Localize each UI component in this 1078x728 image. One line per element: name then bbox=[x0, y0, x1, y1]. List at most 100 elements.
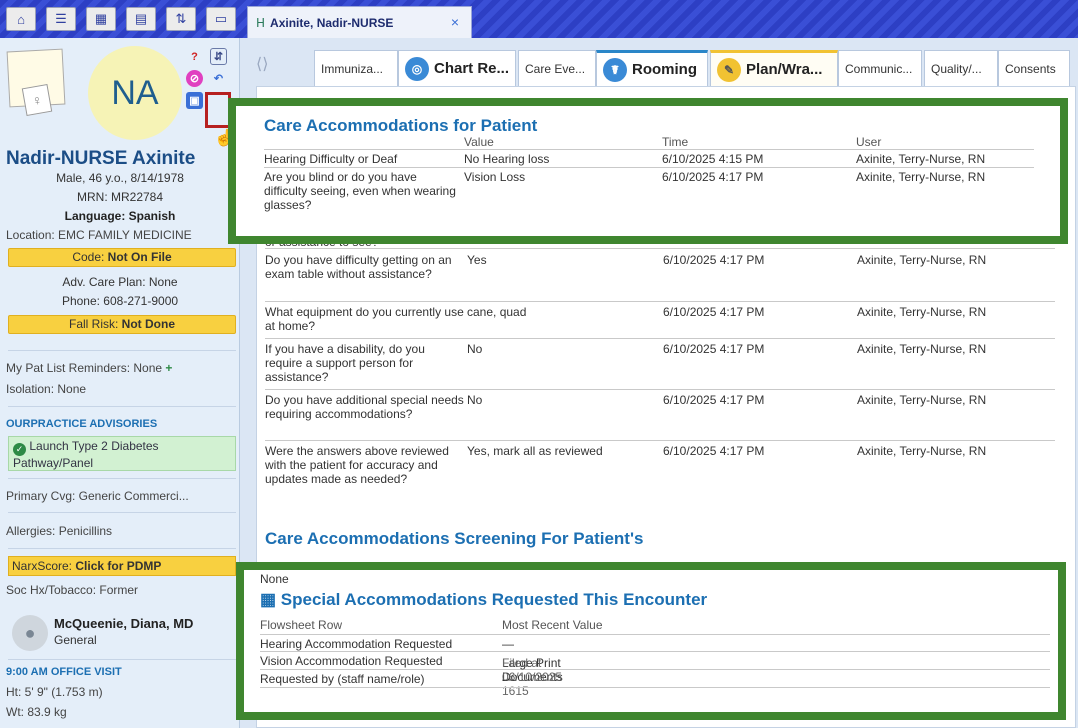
table-icon: ▦ bbox=[260, 590, 277, 609]
row-time: 6/10/2025 4:17 PM bbox=[663, 444, 765, 458]
table-row: Vision Accommodation Requested Large Pri… bbox=[260, 652, 1050, 698]
care-accommodations-callout: Care Accommodations for Patient Value Ti… bbox=[228, 98, 1068, 244]
row-time: 6/10/2025 4:17 PM bbox=[663, 342, 765, 356]
tab-label: Immuniza... bbox=[321, 61, 384, 76]
tab-communications[interactable]: Communic... bbox=[838, 50, 922, 86]
tab-consents[interactable]: Consents bbox=[998, 50, 1070, 86]
clipboard-icon: ✎ bbox=[717, 57, 741, 82]
tab-label: Communic... bbox=[845, 61, 913, 76]
row-value: cane, quad bbox=[467, 305, 527, 319]
row-value: Yes bbox=[467, 253, 487, 267]
primary-coverage[interactable]: Primary Cvg: Generic Commerci... bbox=[6, 489, 189, 503]
id-card-icon[interactable]: ▣ bbox=[186, 92, 203, 109]
add-reminder-button[interactable]: + bbox=[165, 361, 172, 375]
table-row: Are you blind or do you have difficulty … bbox=[264, 168, 1034, 218]
row-time: 6/10/2025 4:17 PM bbox=[663, 393, 765, 407]
question-icon[interactable]: ? bbox=[186, 48, 203, 65]
table-row: Requested by (staff name/role) — bbox=[260, 670, 1050, 688]
row-time: 6/10/2025 4:17 PM bbox=[662, 170, 764, 184]
header-user: User bbox=[856, 135, 882, 149]
close-icon[interactable]: × bbox=[451, 14, 459, 30]
mrn: MRN: MR22784 bbox=[76, 190, 164, 204]
window-icon[interactable]: ▭ bbox=[206, 7, 236, 31]
header-value: Value bbox=[464, 135, 494, 149]
row-label: Requested by (staff name/role) bbox=[260, 672, 425, 686]
table-row: Do you have additional special needs req… bbox=[265, 390, 1055, 441]
avatar[interactable]: NA bbox=[88, 46, 182, 140]
table-row: Hearing Accommodation Requested — bbox=[260, 634, 1050, 652]
advisory-launch-button[interactable]: ✓ Launch Type 2 Diabetes Pathway/Panel bbox=[8, 436, 236, 471]
row-value: Yes, mark all as reviewed bbox=[467, 444, 603, 458]
row-question: Do you have difficulty getting on an exa… bbox=[265, 253, 452, 281]
provider-name[interactable]: McQueenie, Diana, MD bbox=[54, 616, 193, 631]
divider bbox=[8, 548, 236, 549]
divider bbox=[8, 478, 236, 479]
fall-risk-bar[interactable]: Fall Risk: Not Done bbox=[8, 315, 236, 334]
row-question: Were the answers above reviewed with the… bbox=[265, 444, 449, 486]
narx-link[interactable]: Click for PDMP bbox=[75, 559, 161, 573]
row-question: Hearing Difficulty or Deaf bbox=[264, 152, 398, 166]
row-label: Hearing Accommodation Requested bbox=[260, 637, 453, 651]
divider bbox=[8, 659, 236, 660]
header-time: Time bbox=[662, 135, 689, 149]
allergies[interactable]: Allergies: Penicillins bbox=[6, 524, 112, 538]
tab-care-everywhere[interactable]: Care Eve... bbox=[518, 50, 596, 86]
nav-arrows-icon[interactable]: ⟨⟩ bbox=[256, 54, 268, 74]
demographics: Male, 46 y.o., 8/14/1978 bbox=[56, 171, 184, 185]
back-icon[interactable]: ↶ bbox=[210, 70, 227, 87]
row-label: Vision Accommodation Requested bbox=[260, 654, 443, 668]
divider bbox=[8, 350, 236, 351]
isolation: Isolation: None bbox=[6, 382, 87, 396]
no-entry-icon[interactable]: ⊘ bbox=[186, 70, 203, 87]
schedule-icon[interactable]: ▦ bbox=[86, 7, 116, 31]
divider bbox=[8, 406, 236, 407]
row-user: Axinite, Terry-Nurse, RN bbox=[856, 170, 986, 184]
stethoscope-icon: ᕼ bbox=[256, 15, 266, 30]
stethoscope-icon: ☤ bbox=[603, 57, 627, 82]
table-row: Do you have difficulty getting on an exa… bbox=[265, 250, 1055, 302]
stethoscope-note-icon[interactable]: ♀ bbox=[21, 83, 53, 117]
home-icon[interactable]: ⌂ bbox=[6, 7, 36, 31]
tab-immunizations[interactable]: Immuniza... bbox=[314, 50, 398, 86]
row-value: No Hearing loss bbox=[464, 152, 550, 166]
header-flowsheet-row: Flowsheet Row bbox=[260, 618, 343, 632]
patient-tab-label: Axinite, Nadir-NURSE bbox=[270, 15, 394, 30]
reminders: My Pat List Reminders: None + bbox=[6, 361, 172, 375]
row-value: — bbox=[502, 672, 514, 686]
visit-header: 9:00 AM OFFICE VISIT bbox=[6, 666, 122, 678]
calendar-icon[interactable]: ▤ bbox=[126, 7, 156, 31]
header-most-recent-value: Most Recent Value bbox=[502, 618, 603, 632]
narx-score-bar[interactable]: NarxScore: Click for PDMP bbox=[8, 556, 236, 576]
hierarchy-icon[interactable]: ⇵ bbox=[210, 48, 227, 65]
tab-quality[interactable]: Quality/... bbox=[924, 50, 998, 86]
special-accommodations-title-text: Special Accommodations Requested This En… bbox=[280, 590, 708, 609]
row-time: 6/10/2025 4:15 PM bbox=[662, 152, 764, 166]
none-text: None bbox=[260, 572, 289, 586]
row-user: Axinite, Terry-Nurse, RN bbox=[856, 152, 986, 166]
row-user: Axinite, Terry-Nurse, RN bbox=[857, 342, 987, 356]
row-value: No bbox=[467, 342, 483, 356]
tab-label: Care Eve... bbox=[525, 61, 586, 76]
tab-chart-review[interactable]: ◎ Chart Re... bbox=[398, 50, 516, 86]
code-status-bar[interactable]: Code: Not On File bbox=[8, 248, 236, 267]
row-user: Axinite, Terry-Nurse, RN bbox=[857, 444, 987, 458]
narx-label: NarxScore: bbox=[12, 559, 76, 573]
table-row: What equipment do you currently use at h… bbox=[265, 302, 1055, 339]
patient-tab[interactable]: ᕼ Axinite, Nadir-NURSE × bbox=[247, 6, 472, 38]
patient-name: Nadir-NURSE Axinite bbox=[6, 148, 196, 169]
code-value: Not On File bbox=[107, 250, 172, 264]
check-icon: ✓ bbox=[13, 443, 26, 456]
location: Location: EMC FAMILY MEDICINE bbox=[6, 228, 192, 242]
tab-label: Rooming bbox=[632, 61, 697, 78]
tab-rooming[interactable]: ☤ Rooming bbox=[596, 50, 708, 86]
care-accommodations-title: Care Accommodations for Patient bbox=[264, 116, 538, 135]
list-icon[interactable]: ⇅ bbox=[166, 7, 196, 31]
special-accommodations-callout: None ▦ Special Accommodations Requested … bbox=[236, 562, 1066, 720]
row-value: — bbox=[502, 637, 514, 651]
tab-plan-wrap[interactable]: ✎ Plan/Wra... bbox=[710, 50, 838, 86]
fall-risk-value: Not Done bbox=[121, 317, 175, 331]
inbox-icon[interactable]: ☰ bbox=[46, 7, 76, 31]
provider-avatar: ● bbox=[12, 615, 48, 651]
reminders-label: My Pat List Reminders: None bbox=[6, 361, 163, 375]
table-row: If you have a disability, do you require… bbox=[265, 339, 1055, 390]
